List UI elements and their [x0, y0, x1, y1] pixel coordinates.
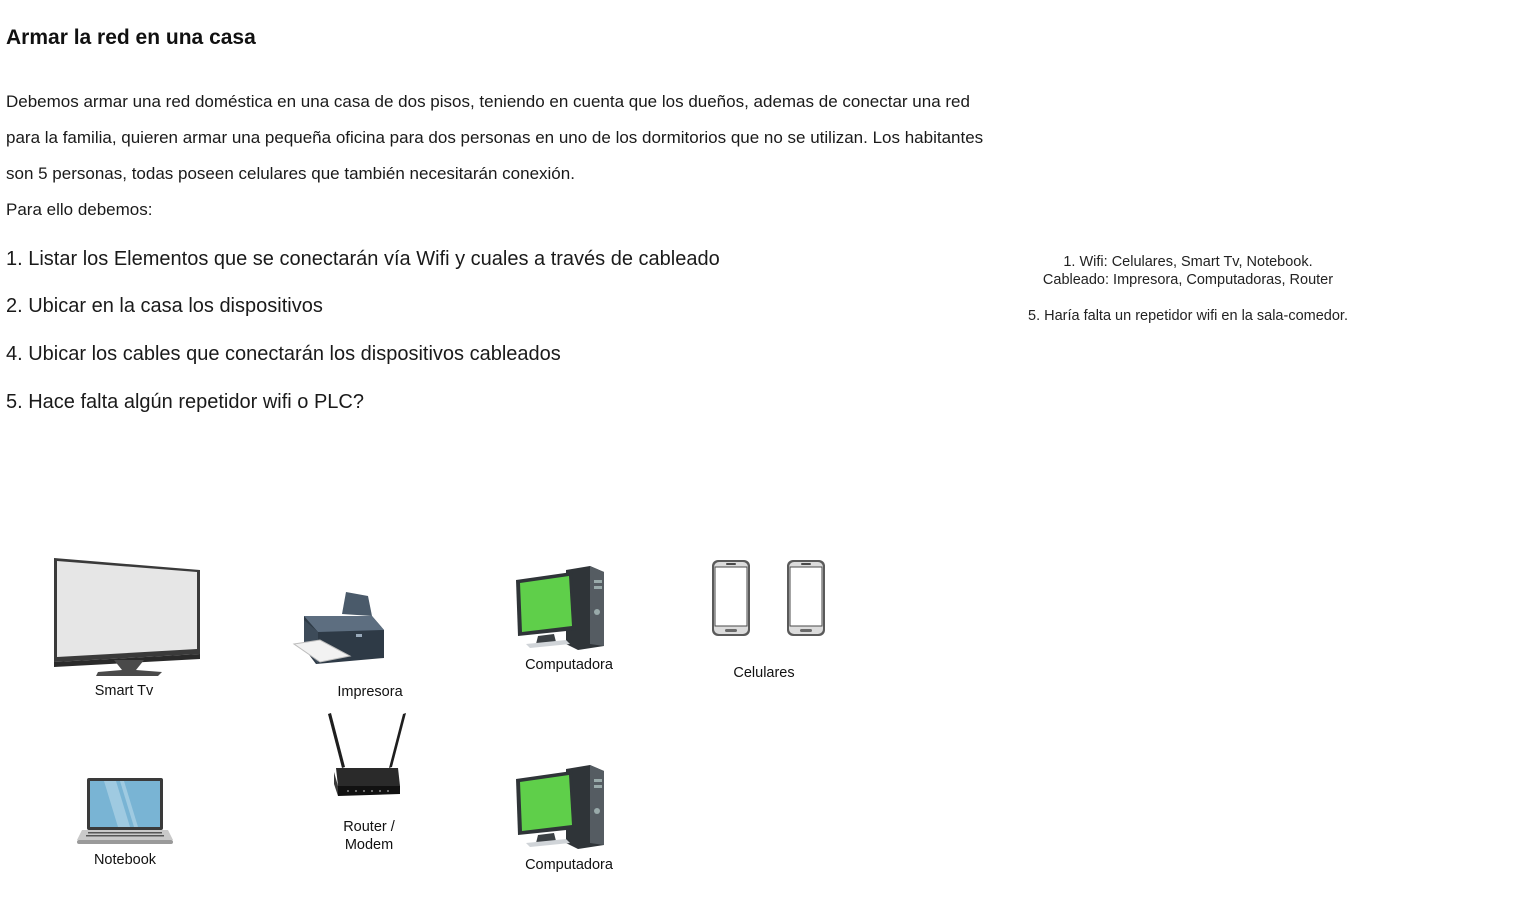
- task-4: 4. Ubicar los cables que conectarán los …: [6, 343, 561, 365]
- page-title: Armar la red en una casa: [6, 26, 256, 49]
- computer-bottom-label: Computadora: [525, 857, 613, 873]
- router-label-line2: Modem: [344, 837, 394, 853]
- task-5: 5. Hace falta algún repetidor wifi o PLC…: [6, 391, 364, 413]
- answer-1-wifi: 1. Wifi: Celulares, Smart Tv, Notebook.: [1063, 254, 1313, 270]
- printer-label: Impresora: [337, 684, 403, 700]
- smartphone-icon: [712, 560, 750, 636]
- answer-5: 5. Haría falta un repetidor wifi en la s…: [1028, 308, 1348, 324]
- task-2: 2. Ubicar en la casa los dispositivos: [6, 295, 323, 317]
- printer-icon: [292, 592, 384, 664]
- laptop-icon: [77, 778, 173, 844]
- intro-lead: Para ello debemos:: [6, 200, 153, 219]
- smartphone-icon: [787, 560, 825, 636]
- intro-paragraph: Debemos armar una red doméstica en una c…: [6, 92, 984, 183]
- task-1: 1. Listar los Elementos que se conectará…: [6, 248, 720, 270]
- phones-label: Celulares: [733, 665, 795, 681]
- smart-tv-icon: [54, 558, 200, 676]
- desktop-computer-icon: [516, 566, 604, 650]
- intro-text: Debemos armar una red doméstica en una c…: [6, 84, 986, 228]
- smart-tv-label: Smart Tv: [94, 683, 154, 699]
- notebook-label: Notebook: [93, 852, 157, 868]
- computer-top-label: Computadora: [525, 657, 613, 673]
- tv-screen: [57, 561, 197, 657]
- router-label-line1: Router /: [343, 819, 395, 835]
- desktop-computer-icon: [516, 765, 604, 849]
- router-icon: [328, 713, 406, 796]
- answer-1-cable: Cableado: Impresora, Computadoras, Route…: [1042, 272, 1334, 288]
